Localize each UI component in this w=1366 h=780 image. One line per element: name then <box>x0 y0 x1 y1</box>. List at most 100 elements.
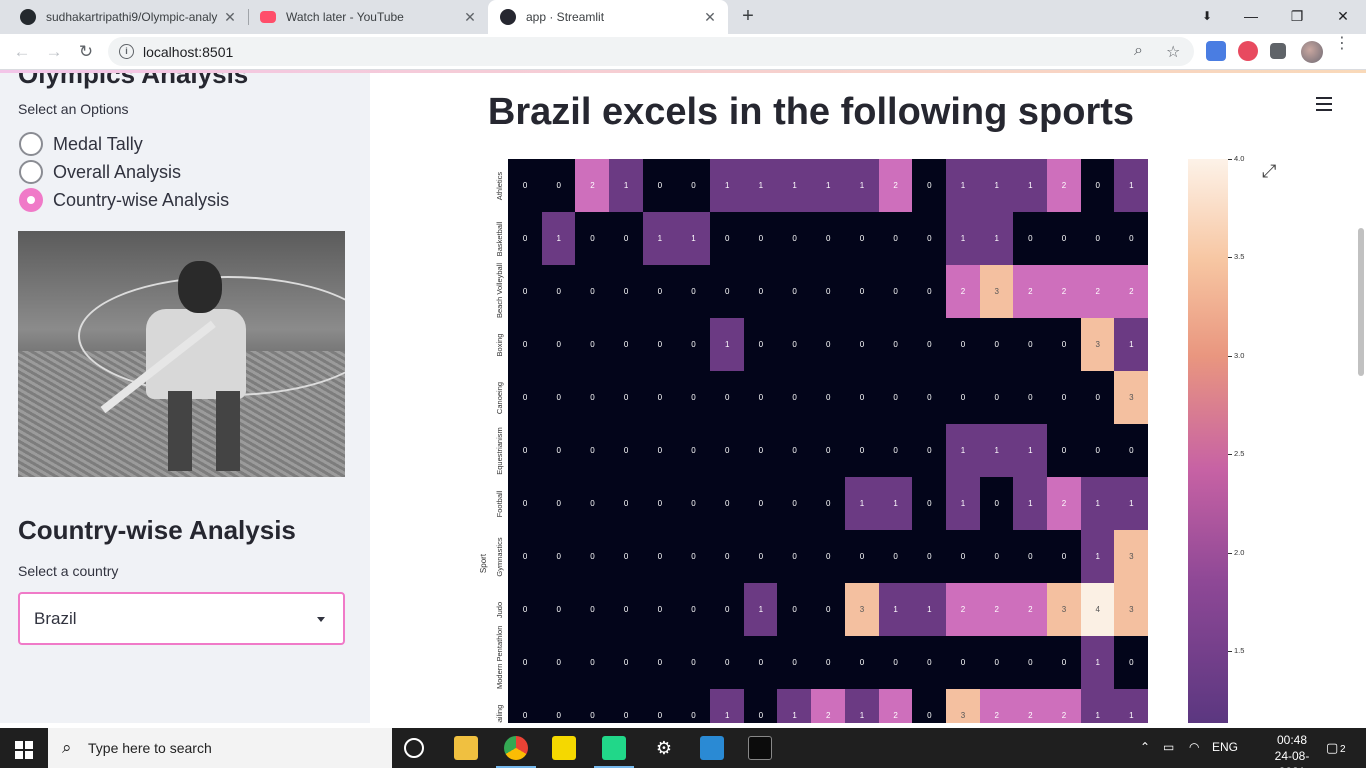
heatmap-cell: 1 <box>710 689 745 723</box>
heatmap-cell: 0 <box>508 636 543 690</box>
bookmark-star-icon[interactable]: ☆ <box>1166 42 1180 62</box>
heatmap-cell: 1 <box>1114 689 1149 723</box>
radio-circle[interactable] <box>19 132 43 156</box>
minimize-icon[interactable]: — <box>1228 0 1274 34</box>
heatmap-cell: 0 <box>1046 530 1082 584</box>
heatmap-cell: 2 <box>1046 159 1082 213</box>
heatmap-cell: 0 <box>609 212 644 266</box>
heatmap-cell: 0 <box>642 636 677 690</box>
heatmap-cell: 1 <box>710 318 745 372</box>
file-explorer-icon[interactable] <box>454 736 478 760</box>
reload-icon[interactable]: ↻ <box>74 40 98 64</box>
url-text[interactable]: localhost:8501 <box>143 44 233 60</box>
browser-menu-icon[interactable]: ⋮ <box>1334 36 1350 52</box>
close-tab-icon[interactable]: ✕ <box>220 9 240 26</box>
profile-avatar[interactable] <box>1301 41 1323 63</box>
extension-icon[interactable] <box>1238 41 1258 61</box>
heatmap-cell: 1 <box>912 583 947 637</box>
notification-icon[interactable]: ▢ <box>1326 740 1338 756</box>
cortana-icon[interactable] <box>404 738 424 758</box>
heatmap-cell: 1 <box>979 424 1014 478</box>
y-tick-label: Equestrianism <box>495 426 504 475</box>
colorbar-tick-label: 3.5 <box>1234 252 1245 262</box>
pycharm-icon[interactable] <box>602 736 626 760</box>
chrome-icon[interactable] <box>504 736 528 760</box>
tray-chevron-up-icon[interactable]: ⌃ <box>1140 740 1150 754</box>
heatmap-cell: 0 <box>541 530 576 584</box>
language-indicator[interactable]: ENG <box>1212 740 1238 754</box>
tab-youtube[interactable]: Watch later - YouTube ✕ <box>248 0 488 34</box>
heatmap-cell: 2 <box>811 689 846 723</box>
colorbar-tick <box>1228 552 1232 554</box>
sticky-notes-icon[interactable] <box>552 736 576 760</box>
wifi-icon[interactable]: ◠ <box>1189 740 1199 754</box>
heatmap-cell: 0 <box>541 371 576 425</box>
tab-search-icon[interactable]: ⬇ <box>1184 0 1230 34</box>
heatmap-cell: 1 <box>609 159 644 213</box>
heatmap-cell: 0 <box>912 689 947 723</box>
country-select[interactable]: Brazil <box>18 592 345 645</box>
radio-medal-tally[interactable]: Medal Tally <box>19 132 143 156</box>
forward-icon[interactable]: → <box>42 40 66 64</box>
heatmap-cell: 0 <box>609 583 644 637</box>
y-tick-label: Basketball <box>495 221 504 256</box>
heatmap-cell: 0 <box>710 265 745 319</box>
system-clock[interactable]: 00:48 24-08-2021 <box>1262 732 1322 780</box>
heatmap-cell: 0 <box>642 424 677 478</box>
heatmap-cell: 0 <box>945 636 981 690</box>
notification-count: 2 <box>1340 744 1346 755</box>
terminal-icon[interactable] <box>748 736 772 760</box>
extensions-puzzle-icon[interactable] <box>1270 43 1286 59</box>
heatmap-cell: 0 <box>811 636 846 690</box>
heatmap-cell: 0 <box>676 318 711 372</box>
colorbar-tick <box>1228 159 1232 160</box>
colorbar-tick <box>1228 651 1232 653</box>
heatmap-cell: 0 <box>777 212 812 266</box>
heatmap-cell: 2 <box>1046 265 1082 319</box>
heatmap-cell: 3 <box>1114 583 1149 637</box>
heatmap-cell: 1 <box>878 477 913 531</box>
radio-circle[interactable] <box>19 160 43 184</box>
settings-gear-icon[interactable]: ⚙ <box>652 736 676 760</box>
zoom-icon[interactable]: ⌕ <box>1134 42 1143 60</box>
hamburger-menu-icon[interactable] <box>1316 97 1332 111</box>
heatmap-cell: 2 <box>1080 265 1115 319</box>
heatmap-cell: 1 <box>945 159 981 213</box>
new-tab-button[interactable]: + <box>736 5 760 29</box>
translate-extension-icon[interactable] <box>1206 41 1226 61</box>
site-info-icon[interactable]: i <box>119 44 134 59</box>
heatmap-cell: 1 <box>743 583 778 637</box>
battery-icon[interactable]: ▭ <box>1163 740 1174 754</box>
address-bar[interactable]: i localhost:8501 ⌕ ☆ <box>108 37 1194 66</box>
expand-icon[interactable]: ⤢ <box>1262 161 1276 182</box>
close-tab-icon[interactable]: ✕ <box>700 9 720 26</box>
radio-overall-analysis[interactable]: Overall Analysis <box>19 160 181 184</box>
radio-country-wise-analysis[interactable]: Country-wise Analysis <box>19 188 229 212</box>
browser-toolbar: ← → ↻ i localhost:8501 ⌕ ☆ <box>0 34 1366 70</box>
restore-icon[interactable]: ❐ <box>1274 0 1320 34</box>
heatmap-cell: 0 <box>1114 212 1149 266</box>
colorbar-tick <box>1228 355 1232 357</box>
heatmap-cell: 0 <box>777 265 812 319</box>
close-window-icon[interactable]: ✕ <box>1320 0 1366 34</box>
heatmap-cell: 0 <box>710 583 745 637</box>
tab-github[interactable]: sudhakartripathi9/Olympic-analy ✕ <box>8 0 248 34</box>
heatmap-cell: 0 <box>1080 424 1115 478</box>
heatmap-cell: 0 <box>508 159 543 213</box>
heatmap-cell: 0 <box>912 265 947 319</box>
tab-streamlit[interactable]: app · Streamlit ✕ <box>488 0 728 34</box>
heatmap-cell: 0 <box>541 477 576 531</box>
vscode-icon[interactable] <box>700 736 724 760</box>
back-icon[interactable]: ← <box>10 40 34 64</box>
radio-circle-selected[interactable] <box>19 188 43 212</box>
taskbar-search[interactable]: ⌕ Type here to search <box>48 728 392 768</box>
heatmap-cell: 0 <box>609 477 644 531</box>
chevron-down-icon[interactable] <box>317 617 325 622</box>
heatmap-cell: 0 <box>912 159 947 213</box>
close-tab-icon[interactable]: ✕ <box>460 9 480 26</box>
heatmap-cell: 0 <box>844 424 879 478</box>
heatmap-cell: 3 <box>1046 583 1082 637</box>
heatmap-cell: 0 <box>609 371 644 425</box>
scrollbar[interactable] <box>1358 228 1364 376</box>
windows-start-icon[interactable] <box>0 728 48 768</box>
